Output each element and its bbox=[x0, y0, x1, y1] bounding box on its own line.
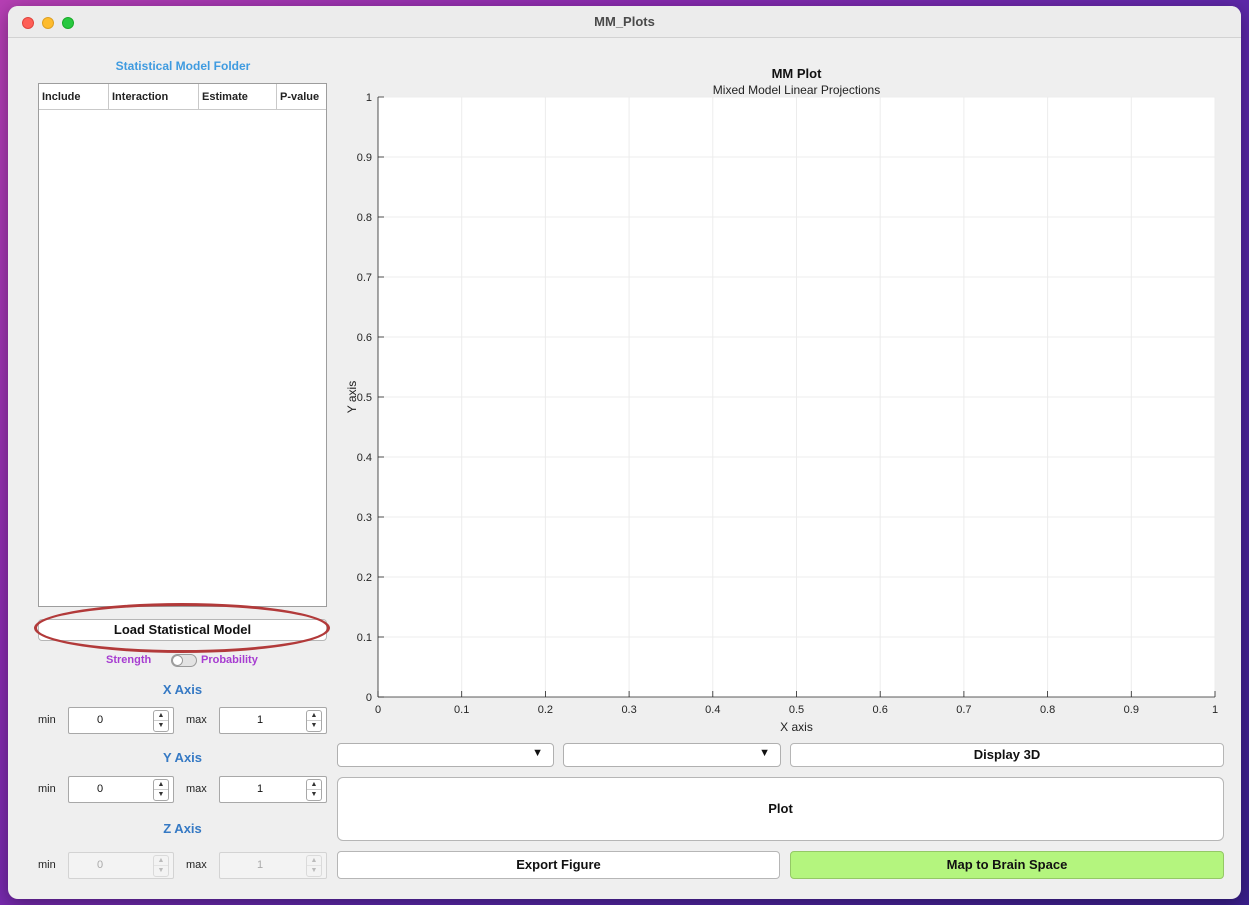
y-tick-label: 0.7 bbox=[357, 272, 372, 284]
y-tick-label: 0.9 bbox=[357, 152, 372, 164]
y-max-spinner[interactable]: 1 ▲ ▼ bbox=[219, 776, 327, 803]
map-to-brain-space-button[interactable]: Map to Brain Space bbox=[790, 851, 1224, 879]
plot-button[interactable]: Plot bbox=[337, 777, 1224, 841]
increment-icon[interactable]: ▲ bbox=[307, 711, 321, 721]
y-max-stepper[interactable]: ▲ ▼ bbox=[306, 779, 322, 801]
y-min-label: min bbox=[38, 783, 56, 795]
x-tick-label: 0.3 bbox=[621, 704, 636, 716]
z-min-value: 0 bbox=[96, 859, 104, 871]
x-axis-label: X axis bbox=[780, 720, 813, 734]
x-tick-label: 0.1 bbox=[454, 704, 469, 716]
y-axis-label: Y axis bbox=[345, 381, 359, 413]
increment-icon: ▲ bbox=[307, 856, 321, 866]
highlight-annotation bbox=[34, 603, 330, 653]
decrement-icon: ▼ bbox=[157, 867, 165, 874]
y-min-value: 0 bbox=[96, 783, 104, 795]
x-max-value: 1 bbox=[256, 714, 264, 726]
strength-label: Strength bbox=[106, 654, 152, 666]
strength-probability-switch-row: Strength Probability bbox=[38, 651, 327, 671]
decrement-icon[interactable]: ▼ bbox=[154, 721, 168, 731]
x-max-stepper[interactable]: ▲ ▼ bbox=[306, 710, 322, 732]
decrement-icon[interactable]: ▼ bbox=[307, 721, 321, 731]
variable-dropdown-1[interactable]: ▼ bbox=[337, 743, 554, 767]
x-min-label: min bbox=[38, 714, 56, 726]
y-axis-limits-title: Y Axis bbox=[162, 750, 203, 765]
x-tick-label: 0.9 bbox=[1124, 704, 1139, 716]
app-window: MM_Plots Statistical Model Folder Includ… bbox=[8, 6, 1241, 899]
y-tick-label: 0.3 bbox=[357, 512, 372, 524]
window-title: MM_Plots bbox=[594, 14, 655, 29]
increment-icon[interactable]: ▲ bbox=[154, 780, 168, 790]
y-max-label: max bbox=[186, 783, 207, 795]
x-tick-label: 0.6 bbox=[873, 704, 888, 716]
statistical-model-folder-label: Statistical Model Folder bbox=[115, 59, 251, 73]
column-estimate[interactable]: Estimate bbox=[199, 84, 277, 110]
z-max-value: 1 bbox=[256, 859, 264, 871]
x-tick-label: 0.8 bbox=[1040, 704, 1055, 716]
title-bar: MM_Plots bbox=[8, 6, 1241, 38]
dropdown-arrow-icon: ▼ bbox=[532, 747, 543, 759]
y-tick-label: 0.4 bbox=[357, 452, 372, 464]
decrement-icon[interactable]: ▼ bbox=[307, 790, 321, 800]
display-3d-button[interactable]: Display 3D bbox=[790, 743, 1224, 767]
y-min-spinner[interactable]: 0 ▲ ▼ bbox=[68, 776, 174, 803]
column-interaction[interactable]: Interaction bbox=[109, 84, 199, 110]
x-min-value: 0 bbox=[96, 714, 104, 726]
table-header: Include Interaction Estimate P-value bbox=[39, 84, 326, 110]
y-min-stepper[interactable]: ▲ ▼ bbox=[153, 779, 169, 801]
x-max-spinner[interactable]: 1 ▲ ▼ bbox=[219, 707, 327, 734]
y-tick-label: 0.1 bbox=[357, 632, 372, 644]
z-max-label: max bbox=[186, 859, 207, 871]
y-max-value: 1 bbox=[256, 783, 264, 795]
decrement-icon: ▼ bbox=[310, 867, 318, 874]
y-tick-label: 1 bbox=[366, 92, 372, 104]
z-max-stepper: ▲ ▼ bbox=[306, 855, 322, 877]
x-tick-label: 0 bbox=[375, 704, 381, 716]
model-table[interactable]: Include Interaction Estimate P-value bbox=[38, 83, 327, 607]
dropdown-arrow-icon: ▼ bbox=[759, 747, 770, 759]
z-min-label: min bbox=[38, 859, 56, 871]
column-include[interactable]: Include bbox=[39, 84, 109, 110]
decrement-icon[interactable]: ▼ bbox=[154, 790, 168, 800]
z-max-spinner: 1 ▲ ▼ bbox=[219, 852, 327, 879]
chart-subtitle: Mixed Model Linear Projections bbox=[713, 83, 880, 97]
z-axis-limits-title: Z Axis bbox=[163, 821, 202, 836]
strength-probability-toggle[interactable] bbox=[171, 654, 197, 667]
export-figure-button[interactable]: Export Figure bbox=[337, 851, 780, 879]
z-min-stepper: ▲ ▼ bbox=[153, 855, 169, 877]
x-min-stepper[interactable]: ▲ ▼ bbox=[153, 710, 169, 732]
x-tick-label: 0.5 bbox=[789, 704, 804, 716]
y-tick-label: 0.6 bbox=[357, 332, 372, 344]
increment-icon: ▲ bbox=[154, 856, 168, 866]
variable-dropdown-2[interactable]: ▼ bbox=[563, 743, 781, 767]
y-tick-label: 0 bbox=[366, 692, 372, 704]
toggle-knob bbox=[172, 655, 183, 666]
z-min-spinner: 0 ▲ ▼ bbox=[68, 852, 174, 879]
x-max-label: max bbox=[186, 714, 207, 726]
column-p-value[interactable]: P-value bbox=[277, 84, 328, 110]
y-tick-label: 0.8 bbox=[357, 212, 372, 224]
x-min-spinner[interactable]: 0 ▲ ▼ bbox=[68, 707, 174, 734]
increment-icon[interactable]: ▲ bbox=[154, 711, 168, 721]
probability-label: Probability bbox=[201, 654, 258, 666]
increment-icon[interactable]: ▲ bbox=[307, 780, 321, 790]
x-tick-label: 1 bbox=[1212, 704, 1218, 716]
chart-title: MM Plot bbox=[772, 66, 822, 81]
x-tick-label: 0.2 bbox=[538, 704, 553, 716]
x-tick-label: 0.7 bbox=[956, 704, 971, 716]
x-tick-label: 0.4 bbox=[705, 704, 720, 716]
mm-plot-chart[interactable]: 0 0.1 0.2 0.3 0.4 0.5 0.6 0.7 0.8 0.9 1 0 0.1 0.2 0.3 0… bbox=[338, 56, 1233, 736]
y-tick-label: 0.2 bbox=[357, 572, 372, 584]
x-axis-limits-title: X Axis bbox=[162, 682, 203, 697]
